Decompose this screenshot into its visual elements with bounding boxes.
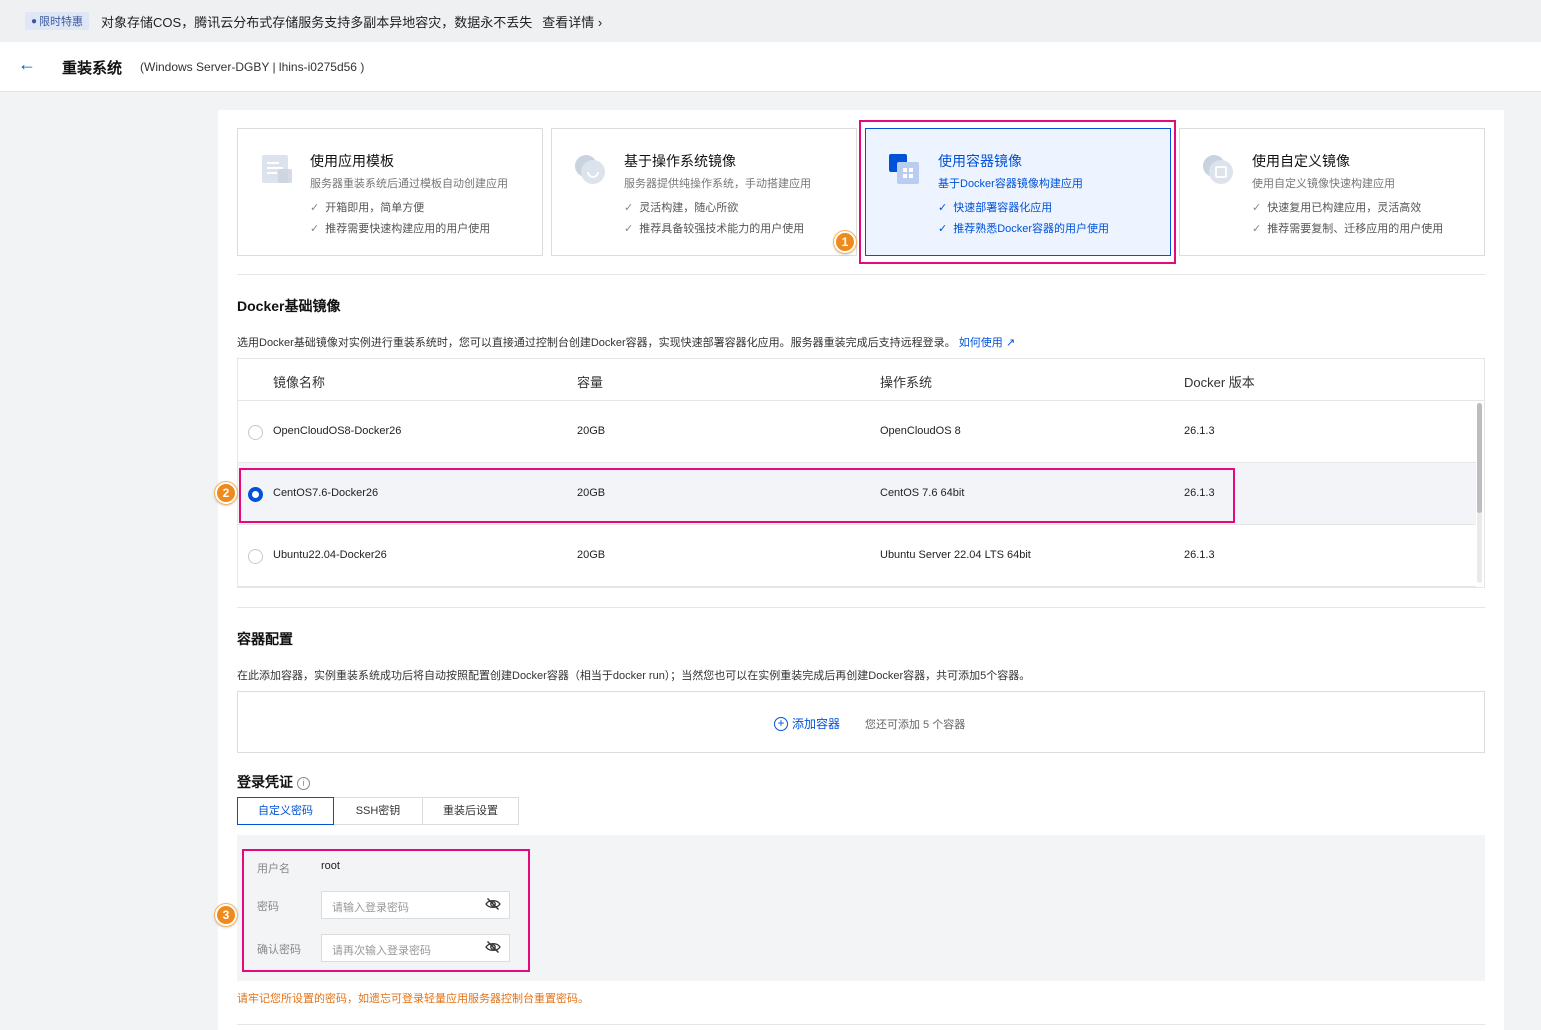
promo-badge: ● 限时特惠 [25,12,90,30]
back-arrow-icon[interactable]: ← [18,54,36,75]
table-scrollbar[interactable] [1477,403,1482,583]
column-header: 容量 [577,375,604,390]
login-section-title: 登录凭证 i [237,772,310,792]
chevron-right-icon: › [597,14,603,30]
card-feature: ✓ 快速复用已构建应用，灵活高效 [1252,202,1422,214]
add-container-box: + 添加容器 您还可添加 5 个容器 [237,691,1485,753]
card-feature: ✓ 推荐需要复制、迁移应用的用户使用 [1252,223,1444,235]
page-title: 重装系统 [62,60,123,77]
promo-text: 对象存储COS，腾讯云分布式存储服务支持多副本异地容灾，数据永不丢失 [101,14,533,30]
image-name: OpenCloudOS8-Docker26 [273,425,402,437]
highlight-box-3 [242,849,530,972]
column-header: 镜像名称 [273,375,326,390]
tab-ssh-key[interactable]: SSH密钥 [333,797,423,825]
image-size: 20GB [577,425,606,437]
scrollbar-thumb[interactable] [1477,403,1482,513]
card-feature: ✓ 推荐具备较强技术能力的用户使用 [624,223,805,235]
os-image-icon [575,155,605,184]
add-container-button[interactable]: + 添加容器 [774,715,840,732]
row-radio[interactable] [248,549,263,564]
tab-set-after-reinstall[interactable]: 重装后设置 [422,797,519,825]
image-os: Ubuntu Server 22.04 LTS 64bit [880,549,1031,561]
image-type-card-custom[interactable]: 使用自定义镜像 使用自定义镜像快速构建应用 ✓ 快速复用已构建应用，灵活高效 ✓ 推… [1179,128,1485,256]
container-section-desc: 在此添加容器，实例重装系统成功后将自动按照配置创建Docker容器（相当于doc… [237,670,1031,682]
add-container-hint: 您还可添加 5 个容器 [865,719,966,731]
highlight-box-1 [859,120,1176,264]
image-size: 20GB [577,549,606,561]
table-header: 镜像名称 容量 操作系统 Docker 版本 [238,359,1484,401]
plus-circle-icon: + [774,716,788,731]
promo-details-link[interactable]: 查看详情 › [542,12,602,31]
card-title: 使用自定义镜像 [1252,153,1350,169]
card-title: 基于操作系统镜像 [624,153,736,169]
template-icon [262,155,292,183]
column-header: 操作系统 [880,375,933,390]
card-desc: 使用自定义镜像快速构建应用 [1252,178,1395,190]
check-icon: ✓ [1252,223,1262,235]
card-feature: ✓ 灵活构建，随心所欲 [624,202,739,214]
divider [237,274,1485,275]
row-radio[interactable] [248,425,263,440]
password-warning: 请牢记您所设置的密码，如遗忘可登录轻量应用服务器控制台重置密码。 [237,993,589,1005]
image-os: OpenCloudOS 8 [880,425,961,437]
image-type-card-os[interactable]: 基于操作系统镜像 服务器提供纯操作系统，手动搭建应用 ✓ 灵活构建，随心所欲 ✓ 推… [551,128,857,256]
card-feature: ✓ 推荐需要快速构建应用的用户使用 [310,223,491,235]
docker-version: 26.1.3 [1184,425,1215,437]
highlight-box-2 [239,468,1235,523]
docker-section-title: Docker基础镜像 [237,298,341,314]
docker-section-desc: 选用Docker基础镜像对实例进行重装系统时，您可以直接通过控制台创建Docke… [237,337,1016,349]
reinstall-panel: 使用应用模板 服务器重装系统后通过模板自动创建应用 ✓ 开箱即用，简单方便 ✓ 推荐… [215,110,1504,1030]
column-header: Docker 版本 [1184,375,1255,390]
page-header: ← 重装系统 (Windows Server-DGBY | lhins-i027… [0,42,1541,92]
divider [237,1024,1485,1025]
step-marker-3: 3 [215,904,237,926]
image-type-card-template[interactable]: 使用应用模板 服务器重装系统后通过模板自动创建应用 ✓ 开箱即用，简单方便 ✓ 推荐… [237,128,543,256]
check-icon: ✓ [1252,202,1262,214]
image-name: Ubuntu22.04-Docker26 [273,549,387,561]
card-title: 使用应用模板 [310,153,394,169]
card-desc: 服务器重装系统后通过模板自动创建应用 [310,178,508,190]
promo-banner: ● 限时特惠 对象存储COS，腾讯云分布式存储服务支持多副本异地容灾，数据永不丢失… [0,0,1541,42]
step-marker-1: 1 [834,231,856,253]
container-section-title: 容器配置 [237,631,293,647]
table-row[interactable]: Ubuntu22.04-Docker26 20GB Ubuntu Server … [238,525,1476,587]
login-tabs: 自定义密码 SSH密钥 重装后设置 [237,797,519,825]
check-icon: ✓ [310,202,320,214]
check-icon: ✓ [310,223,320,235]
how-to-use-link[interactable]: 如何使用 ↗ [959,337,1015,349]
divider [237,607,1485,608]
instance-info: (Windows Server-DGBY | lhins-i0275d56 ) [140,60,365,74]
tab-custom-password[interactable]: 自定义密码 [237,797,334,825]
table-row[interactable]: OpenCloudOS8-Docker26 20GB OpenCloudOS 8… [238,401,1476,463]
info-icon[interactable]: i [297,777,310,790]
card-desc: 服务器提供纯操作系统，手动搭建应用 [624,178,811,190]
step-marker-2: 2 [215,482,237,504]
card-feature: ✓ 开箱即用，简单方便 [310,202,425,214]
docker-version: 26.1.3 [1184,549,1215,561]
custom-image-icon [1203,155,1233,184]
check-icon: ✓ [624,202,634,214]
external-link-icon: ↗ [1005,337,1016,349]
drop-icon: ● [31,15,38,27]
check-icon: ✓ [624,223,634,235]
